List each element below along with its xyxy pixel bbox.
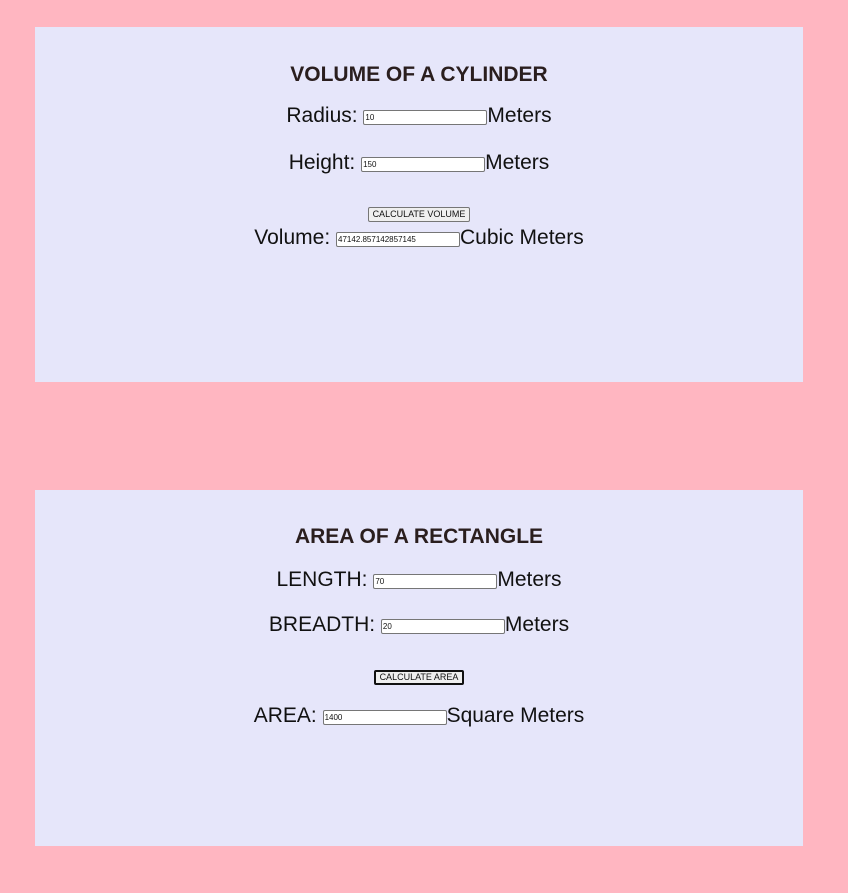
calculate-area-row: CALCULATE AREA — [35, 667, 803, 685]
radius-label: Radius: — [286, 104, 358, 127]
length-unit: Meters — [497, 568, 562, 591]
volume-label: Volume: — [254, 226, 331, 249]
breadth-label: BREADTH: — [268, 613, 376, 636]
radius-input[interactable]: 10 — [363, 110, 488, 125]
length-input[interactable]: 70 — [373, 574, 498, 589]
cylinder-volume-card: VOLUME OF A CYLINDER Radius: 10 Meters He… — [35, 27, 803, 382]
breadth-row: BREADTH: 20 Meters — [35, 613, 803, 637]
breadth-unit: Meters — [504, 613, 570, 636]
volume-row: Volume: 47142.857142857145 Cubic Meters — [35, 226, 803, 250]
breadth-input[interactable]: 20 — [380, 619, 505, 634]
calculate-volume-button[interactable]: CALCULATE VOLUME — [367, 207, 471, 222]
area-label: AREA: — [253, 704, 317, 727]
volume-unit: Cubic Meters — [460, 226, 584, 249]
height-row: Height: 150 Meters — [35, 151, 803, 175]
area-row: AREA: 1400 Square Meters — [35, 704, 803, 728]
height-unit: Meters — [485, 151, 550, 174]
length-label: LENGTH: — [276, 568, 368, 591]
rectangle-area-card: AREA OF A RECTANGLE LENGTH: 70 Meters BRE… — [35, 490, 803, 846]
height-label: Height: — [288, 151, 356, 174]
height-input[interactable]: 150 — [361, 157, 486, 172]
rectangle-title: AREA OF A RECTANGLE — [294, 525, 544, 548]
radius-row: Radius: 10 Meters — [35, 104, 803, 128]
calculate-volume-row: CALCULATE VOLUME — [35, 204, 803, 222]
volume-output[interactable]: 47142.857142857145 — [336, 232, 461, 247]
cylinder-title: VOLUME OF A CYLINDER — [290, 63, 548, 86]
length-row: LENGTH: 70 Meters — [35, 568, 803, 592]
radius-unit: Meters — [487, 104, 552, 127]
area-unit: Square Meters — [446, 704, 585, 727]
calculate-area-button[interactable]: CALCULATE AREA — [373, 670, 465, 685]
area-output[interactable]: 1400 — [322, 710, 447, 725]
